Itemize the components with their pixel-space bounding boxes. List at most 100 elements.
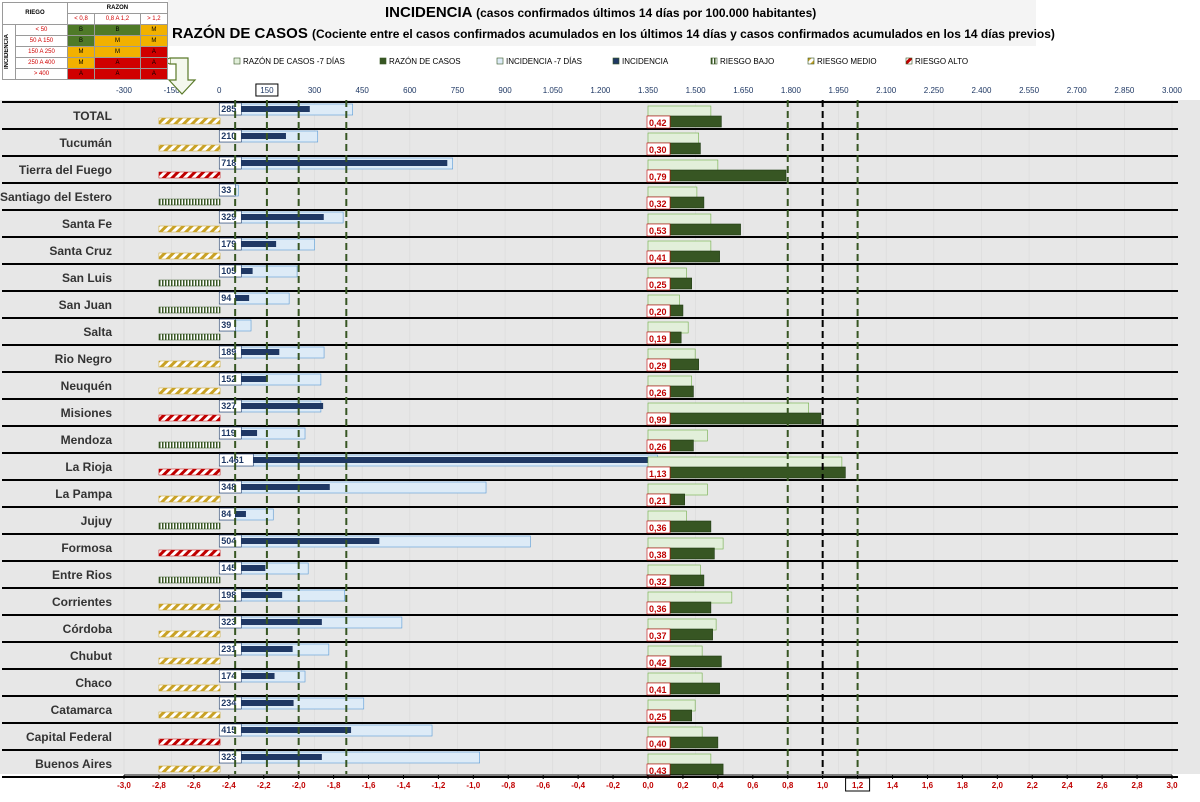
razon-7d-bar xyxy=(647,591,733,604)
razon-data-label: 0,37 xyxy=(649,631,667,641)
incidencia-data-label: 234 xyxy=(221,698,236,708)
bottom-tick-label: 0,4 xyxy=(712,781,724,790)
razon-data-label: 0,36 xyxy=(649,523,667,533)
bottom-tick-label: -2,4 xyxy=(222,781,236,790)
riesgo-alto-bar xyxy=(158,549,221,557)
bottom-tick-label: -1,6 xyxy=(362,781,376,790)
top-tick-label: 1.950 xyxy=(829,86,850,95)
razon-data-label: 0,36 xyxy=(649,604,667,614)
incidencia-data-label: 231 xyxy=(221,644,236,654)
risk-cell: M xyxy=(94,46,141,58)
incidencia-data-label: 174 xyxy=(221,671,236,681)
category-label: Salta xyxy=(83,325,112,339)
razon-bar xyxy=(647,412,822,425)
incidencia-data-label: 329 xyxy=(221,212,236,222)
legend-swatch xyxy=(807,57,815,65)
category-label: Santa Fe xyxy=(62,217,112,231)
risk-matrix-table: RIEGO RAZON < 0,8 0,8 A 1,2 > 1,2 INCIDE… xyxy=(2,2,169,80)
razon-7d-bar xyxy=(647,456,843,469)
bottom-tick-label: -1,8 xyxy=(327,781,341,790)
razon-bar xyxy=(647,466,846,479)
riesgo-medio-bar xyxy=(158,144,221,152)
incidencia-razon-chart: RAZÓN DE CASOS -7 DÍAS RAZÓN DE CASOS INCI… xyxy=(0,0,1200,802)
riesgo-medio-bar xyxy=(158,495,221,503)
incidencia-data-label: 33 xyxy=(221,185,231,195)
risk-cell: A xyxy=(139,46,169,58)
category-label: Misiones xyxy=(61,406,113,420)
razon-7d-bar xyxy=(647,483,708,496)
incidencia-data-label: 189 xyxy=(221,347,236,357)
riesgo-medio-bar xyxy=(158,603,221,611)
legend-label: RIESGO ALTO xyxy=(915,57,968,66)
top-tick-label: 1.350 xyxy=(638,86,659,95)
incidencia-data-label: 285 xyxy=(221,104,236,114)
bottom-tick-label: -1,4 xyxy=(397,781,411,790)
top-tick-label: 1.650 xyxy=(733,86,754,95)
incidencia-data-label: 327 xyxy=(221,401,236,411)
category-label: Neuquén xyxy=(61,379,112,393)
razon-7d-bar xyxy=(647,618,717,631)
title-second-text: RAZÓN DE CASOS xyxy=(172,25,308,42)
bottom-tick-label: 3,0 xyxy=(1166,781,1178,790)
bottom-tick-label: 1,8 xyxy=(957,781,969,790)
top-tick-label: 1.500 xyxy=(686,86,707,95)
risk-cell: M xyxy=(66,57,96,69)
razon-7d-bar xyxy=(647,510,687,523)
category-label: Buenos Aires xyxy=(35,757,112,771)
top-tick-label: 2.250 xyxy=(924,86,945,95)
category-label: Santa Cruz xyxy=(49,244,112,258)
bottom-tick-label: 0,6 xyxy=(747,781,759,790)
bottom-tick-label: 2,4 xyxy=(1062,781,1074,790)
incidencia-row-header: INCIDENCIA xyxy=(2,24,16,80)
risk-cell: M xyxy=(139,35,169,47)
incidencia-data-label: 504 xyxy=(221,536,236,546)
razon-data-label: 0,19 xyxy=(649,334,667,344)
legend-label: RAZÓN DE CASOS xyxy=(389,57,461,66)
razon-data-label: 0,53 xyxy=(649,226,667,236)
risk-cell: A xyxy=(66,68,96,80)
risk-cell: M xyxy=(139,24,169,36)
legend-label: RIESGO MEDIO xyxy=(817,57,877,66)
risk-cell: A xyxy=(139,57,169,69)
top-tick-label: 600 xyxy=(403,86,417,95)
incidencia-data-label: 105 xyxy=(221,266,236,276)
razon-7d-bar xyxy=(647,105,712,118)
inc-row-2: 50 A 150 xyxy=(15,35,68,47)
title-second: RAZÓN DE CASOS (Cociente entre el casos … xyxy=(172,25,1055,42)
top-tick-label: 150 xyxy=(260,86,274,95)
razon-data-label: 0,26 xyxy=(649,442,667,452)
razon-7d-bar xyxy=(647,186,698,199)
razon-7d-bar xyxy=(647,429,708,442)
incidencia-data-label: 1.461 xyxy=(221,455,244,465)
inc-row-4: 250 A 400 xyxy=(15,57,68,69)
top-tick-label: 2.850 xyxy=(1114,86,1135,95)
riesgo-medio-bar xyxy=(158,225,221,233)
category-label: Chubut xyxy=(70,649,112,663)
bottom-tick-label: 0,0 xyxy=(642,781,654,790)
incidencia-data-label: 179 xyxy=(221,239,236,249)
risk-cell: A xyxy=(94,68,141,80)
bottom-tick-label: -0,4 xyxy=(571,781,585,790)
riesgo-bajo-bar xyxy=(158,306,221,314)
razon-data-label: 0,99 xyxy=(649,415,667,425)
razon-data-label: 0,41 xyxy=(649,253,667,263)
riesgo-medio-bar xyxy=(158,684,221,692)
razon-data-label: 0,32 xyxy=(649,577,667,587)
top-tick-label: 1.800 xyxy=(781,86,802,95)
title-main: INCIDENCIA (casos confirmados últimos 14… xyxy=(385,4,816,21)
bottom-tick-label: 2,8 xyxy=(1132,781,1144,790)
top-tick-label: 750 xyxy=(451,86,465,95)
riesgo-bajo-bar xyxy=(158,576,221,584)
razon-data-label: 0,41 xyxy=(649,685,667,695)
incidencia-data-label: 210 xyxy=(221,131,236,141)
razon-7d-bar xyxy=(647,699,696,712)
bottom-tick-label: 0,8 xyxy=(782,781,794,790)
razon-data-label: 0,42 xyxy=(649,118,667,128)
razon-7d-bar xyxy=(647,672,703,685)
risk-cell: B xyxy=(66,35,96,47)
legend-label: INCIDENCIA xyxy=(622,57,669,66)
top-tick-label: 1.200 xyxy=(590,86,611,95)
category-label: Santiago del Estero xyxy=(0,190,112,204)
razon-7d-bar xyxy=(647,267,687,280)
top-tick-label: 0 xyxy=(217,86,222,95)
